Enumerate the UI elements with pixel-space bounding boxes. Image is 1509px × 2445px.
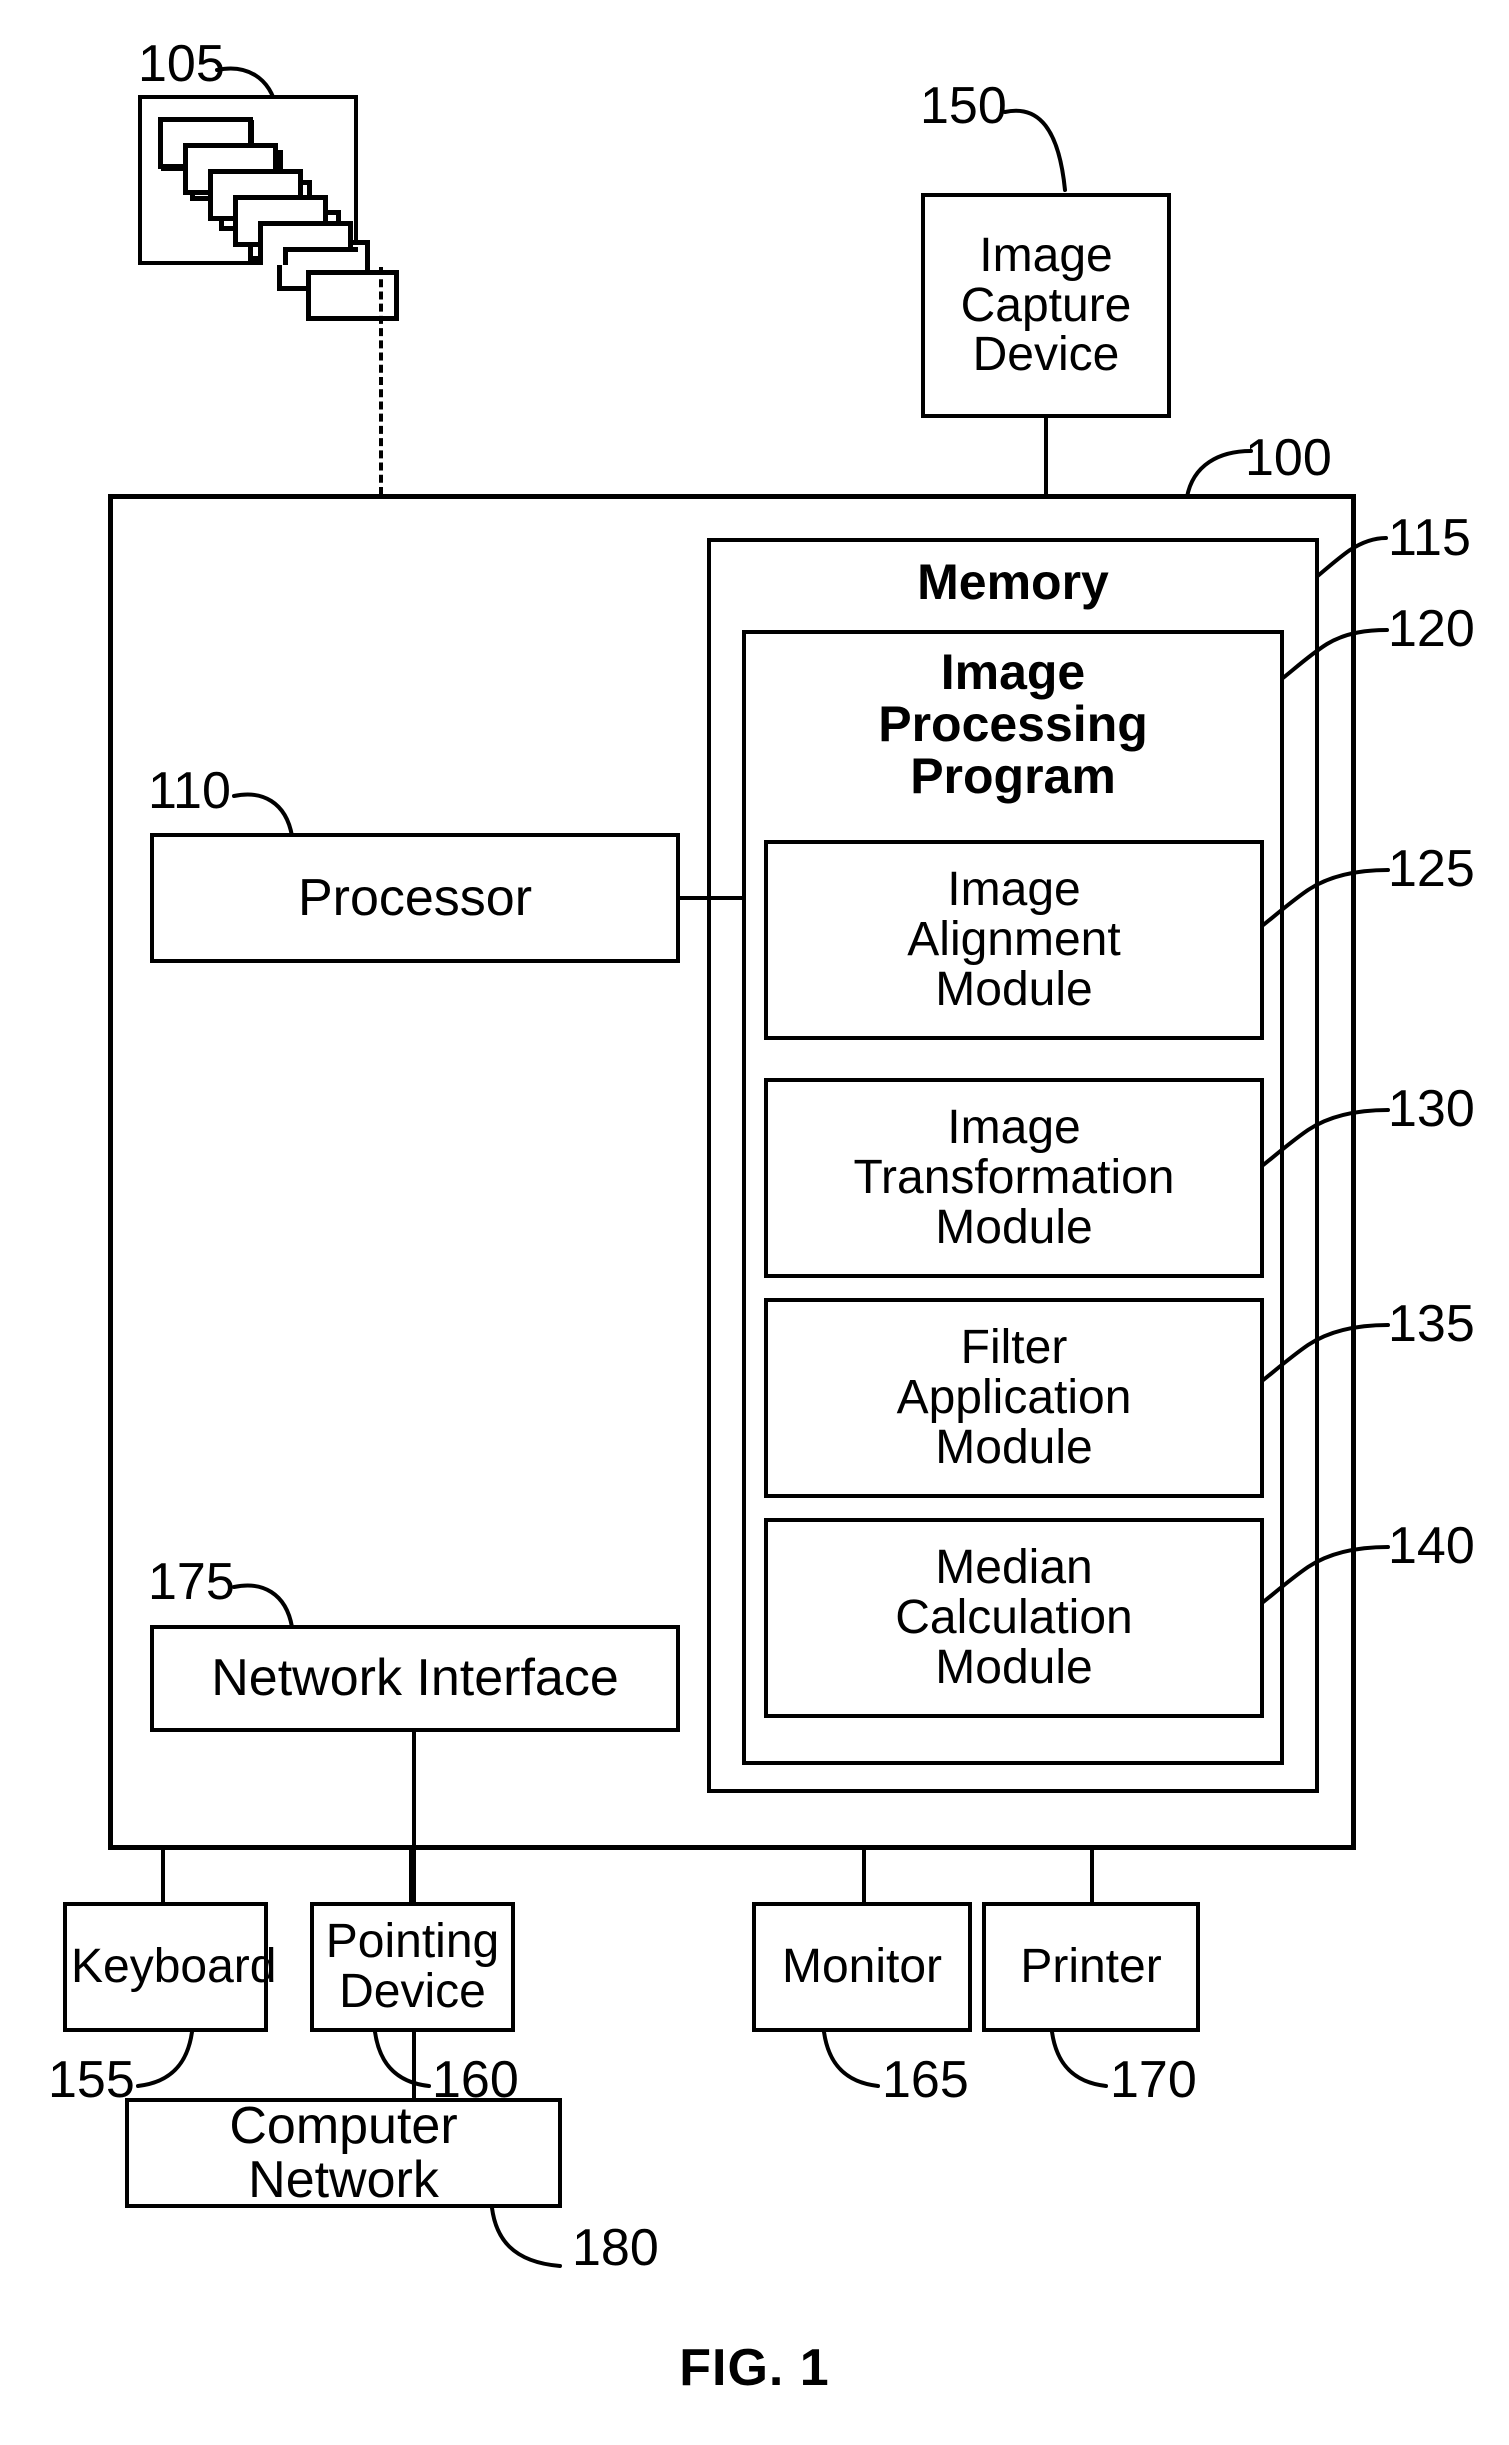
leader-line-170 — [1050, 2030, 1108, 2088]
image-alignment-module-label: Image Alignment Module — [907, 863, 1121, 1016]
monitor-label: Monitor — [781, 1940, 943, 1994]
connector-computer-to-keyboard — [161, 1848, 165, 1902]
reference-numeral-130: 130 — [1388, 1080, 1475, 1138]
reference-numeral-120: 120 — [1388, 600, 1475, 658]
image-capture-device-label: Image Capture Device — [960, 228, 1132, 382]
pointing-device-box: Pointing Device — [310, 1902, 515, 2032]
keyboard-box: Keyboard — [63, 1902, 277, 2032]
connector-capture-device-to-computer — [1044, 418, 1048, 498]
image-stack-rect-6 — [283, 247, 358, 265]
computer-network-label: Computer Network — [229, 2096, 458, 2209]
image-capture-device-box: Image Capture Device — [921, 193, 1171, 418]
median-calculation-module-box: Median Calculation Module — [764, 1518, 1264, 1718]
connector-network-interface-to-bottom — [412, 1732, 416, 1848]
image-alignment-module-box: Image Alignment Module — [764, 840, 1264, 1040]
image-transformation-module-label: Image Transformation Module — [853, 1101, 1175, 1254]
reference-numeral-135: 135 — [1388, 1295, 1475, 1353]
connector-processor-to-memory — [680, 896, 746, 900]
reference-numeral-110: 110 — [148, 762, 231, 820]
leader-line-165 — [822, 2030, 880, 2088]
computer-network-box: Computer Network — [125, 2098, 562, 2208]
memory-label: Memory — [917, 554, 1109, 610]
reference-numeral-105: 105 — [138, 35, 225, 93]
reference-numeral-180: 180 — [572, 2219, 659, 2277]
leader-line-160 — [373, 2030, 431, 2088]
network-interface-label: Network Interface — [211, 1649, 619, 1708]
reference-numeral-165: 165 — [882, 2051, 969, 2109]
pointing-device-label: Pointing Device — [325, 1915, 500, 2018]
reference-numeral-115: 115 — [1388, 509, 1471, 567]
reference-numeral-170: 170 — [1110, 2051, 1197, 2109]
reference-numeral-100: 100 — [1245, 429, 1332, 487]
figure-caption: FIG. 1 — [679, 2339, 830, 2397]
median-calculation-module-label: Median Calculation Module — [895, 1541, 1133, 1694]
reference-numeral-150: 150 — [920, 77, 1007, 135]
reference-numeral-140: 140 — [1388, 1517, 1475, 1575]
printer-label: Printer — [1020, 1940, 1162, 1994]
connector-image-stack-to-computer — [379, 267, 383, 495]
processor-box: Processor — [150, 833, 680, 963]
monitor-box: Monitor — [752, 1902, 972, 2032]
patent-figure-1: 105 150 Image Capture Device 100 115 Mem… — [0, 0, 1509, 2445]
image-stack-clip — [138, 95, 358, 265]
filter-application-module-box: Filter Application Module — [764, 1298, 1264, 1498]
reference-numeral-125: 125 — [1388, 840, 1475, 898]
leader-line-180 — [490, 2206, 562, 2268]
image-processing-program-label: Image Processing Program — [878, 644, 1148, 804]
connector-computer-to-monitor — [862, 1848, 866, 1902]
connector-computer-to-printer — [1090, 1848, 1094, 1902]
image-stack-item-6 — [306, 270, 399, 321]
printer-box: Printer — [982, 1902, 1200, 2032]
network-interface-box: Network Interface — [150, 1625, 680, 1732]
image-transformation-module-box: Image Transformation Module — [764, 1078, 1264, 1278]
keyboard-label: Keyboard — [71, 1940, 277, 1994]
leader-line-150 — [1003, 108, 1067, 192]
reference-numeral-175: 175 — [148, 1553, 235, 1611]
processor-label: Processor — [297, 868, 533, 927]
reference-numeral-155: 155 — [48, 2051, 135, 2109]
filter-application-module-label: Filter Application Module — [896, 1321, 1132, 1474]
